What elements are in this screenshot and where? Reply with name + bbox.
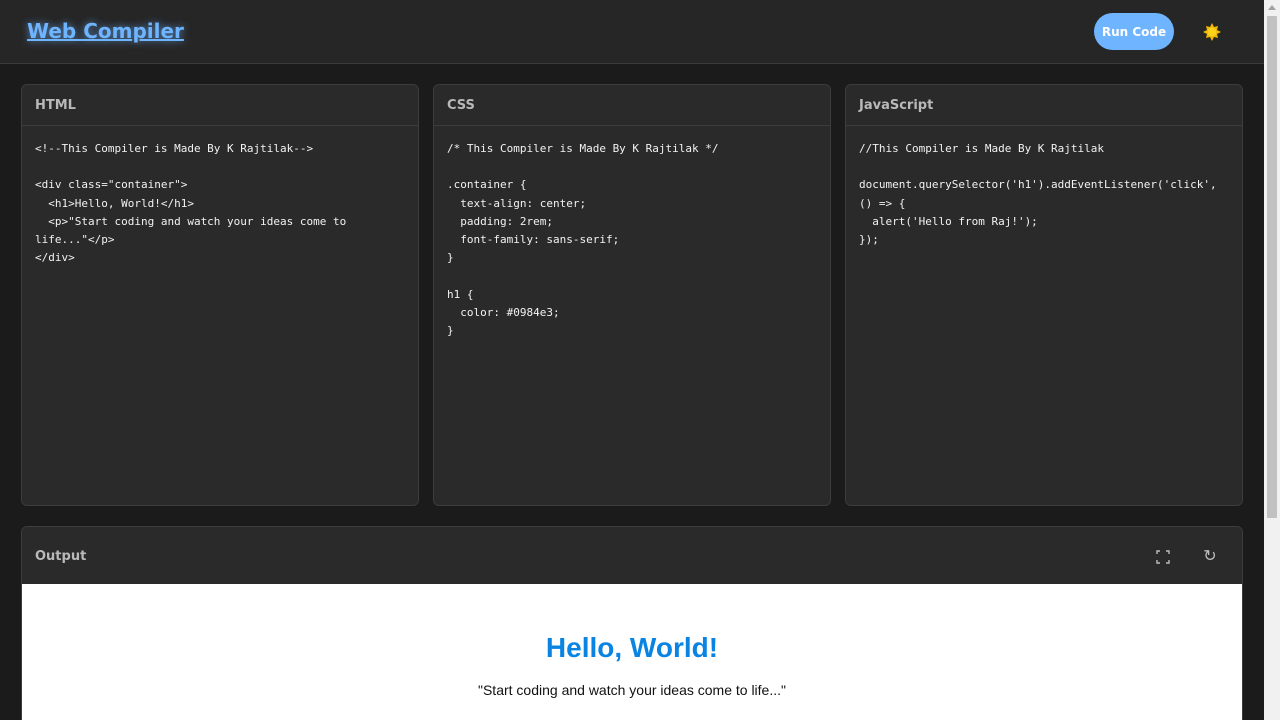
css-panel-title: CSS: [434, 85, 830, 126]
js-panel-title: JavaScript: [846, 85, 1242, 126]
fullscreen-icon[interactable]: [1151, 545, 1175, 569]
scroll-up-arrow-icon[interactable]: [1268, 5, 1276, 10]
scrollbar-thumb[interactable]: [1267, 16, 1277, 518]
output-header: Output ↻: [22, 527, 1242, 584]
run-code-button[interactable]: Run Code: [1094, 13, 1174, 50]
app-header: Web Compiler Run Code: [0, 0, 1264, 64]
sun-icon[interactable]: [1202, 22, 1222, 42]
output-title: Output: [35, 549, 87, 564]
js-code-editor[interactable]: //This Compiler is Made By K Rajtilak do…: [846, 126, 1242, 505]
preview-paragraph: "Start coding and watch your ideas come …: [478, 682, 786, 698]
preview-heading[interactable]: Hello, World!: [22, 632, 1242, 664]
html-editor-panel: HTML <!--This Compiler is Made By K Rajt…: [21, 84, 419, 506]
css-editor-panel: CSS /* This Compiler is Made By K Rajtil…: [433, 84, 831, 506]
css-code-editor[interactable]: /* This Compiler is Made By K Rajtilak *…: [434, 126, 830, 505]
page-scrollbar[interactable]: [1264, 0, 1280, 720]
brand-title-link[interactable]: Web Compiler: [27, 19, 184, 43]
output-preview: Hello, World! "Start coding and watch yo…: [22, 584, 1242, 720]
html-panel-title: HTML: [22, 85, 418, 126]
output-panel: Output ↻ Hello, World! "Start coding and…: [21, 526, 1243, 720]
refresh-icon[interactable]: ↻: [1198, 545, 1222, 569]
js-editor-panel: JavaScript //This Compiler is Made By K …: [845, 84, 1243, 506]
html-code-editor[interactable]: <!--This Compiler is Made By K Rajtilak-…: [22, 126, 418, 505]
